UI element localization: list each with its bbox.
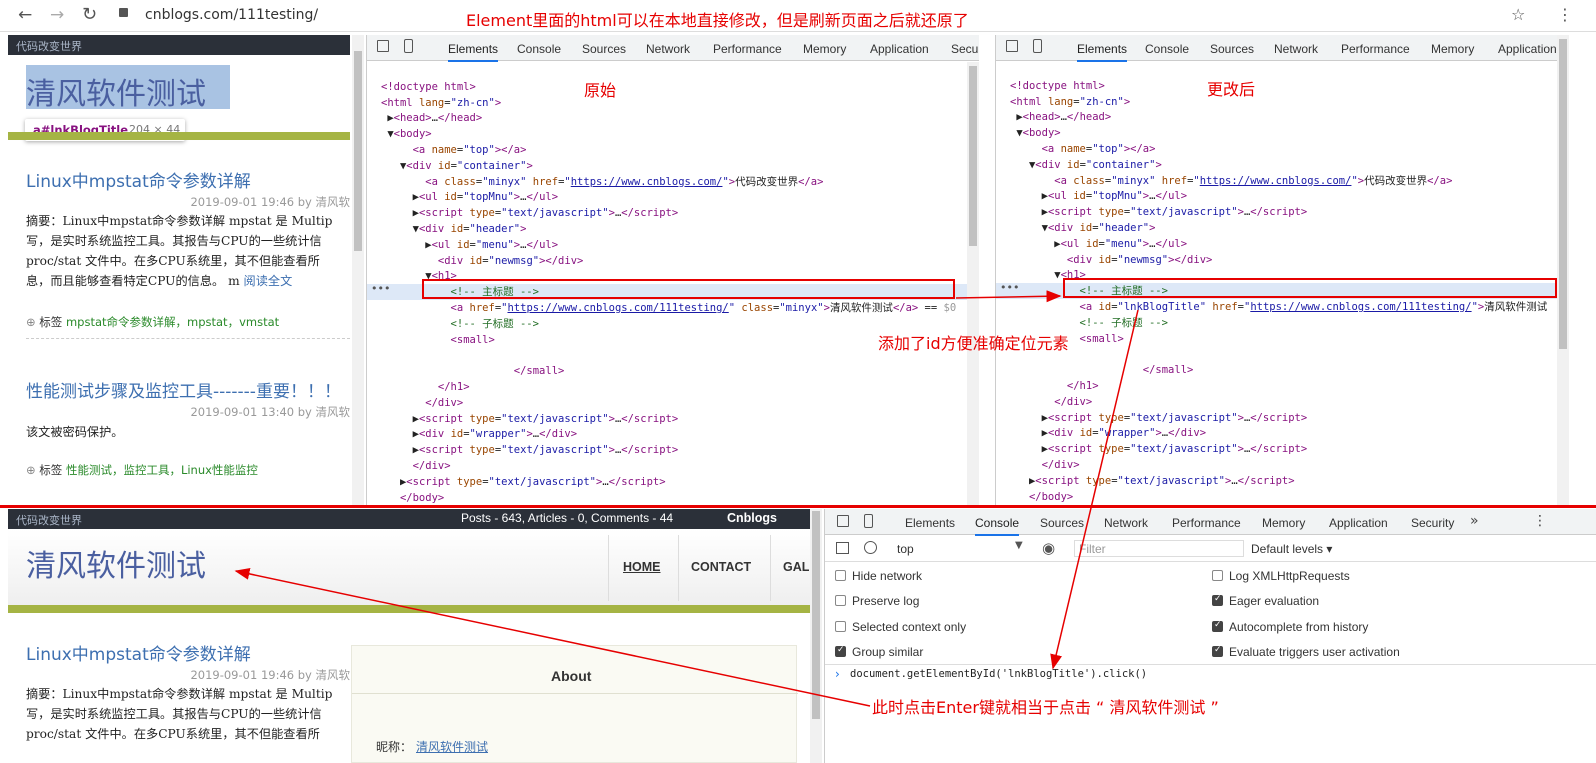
arrow-to-blog-title xyxy=(234,567,871,707)
arrow-original-to-changed xyxy=(955,290,1062,303)
console-command-highlight xyxy=(1046,667,1156,681)
annotation-arrows xyxy=(234,290,1156,707)
arrow-to-console xyxy=(1050,309,1139,670)
